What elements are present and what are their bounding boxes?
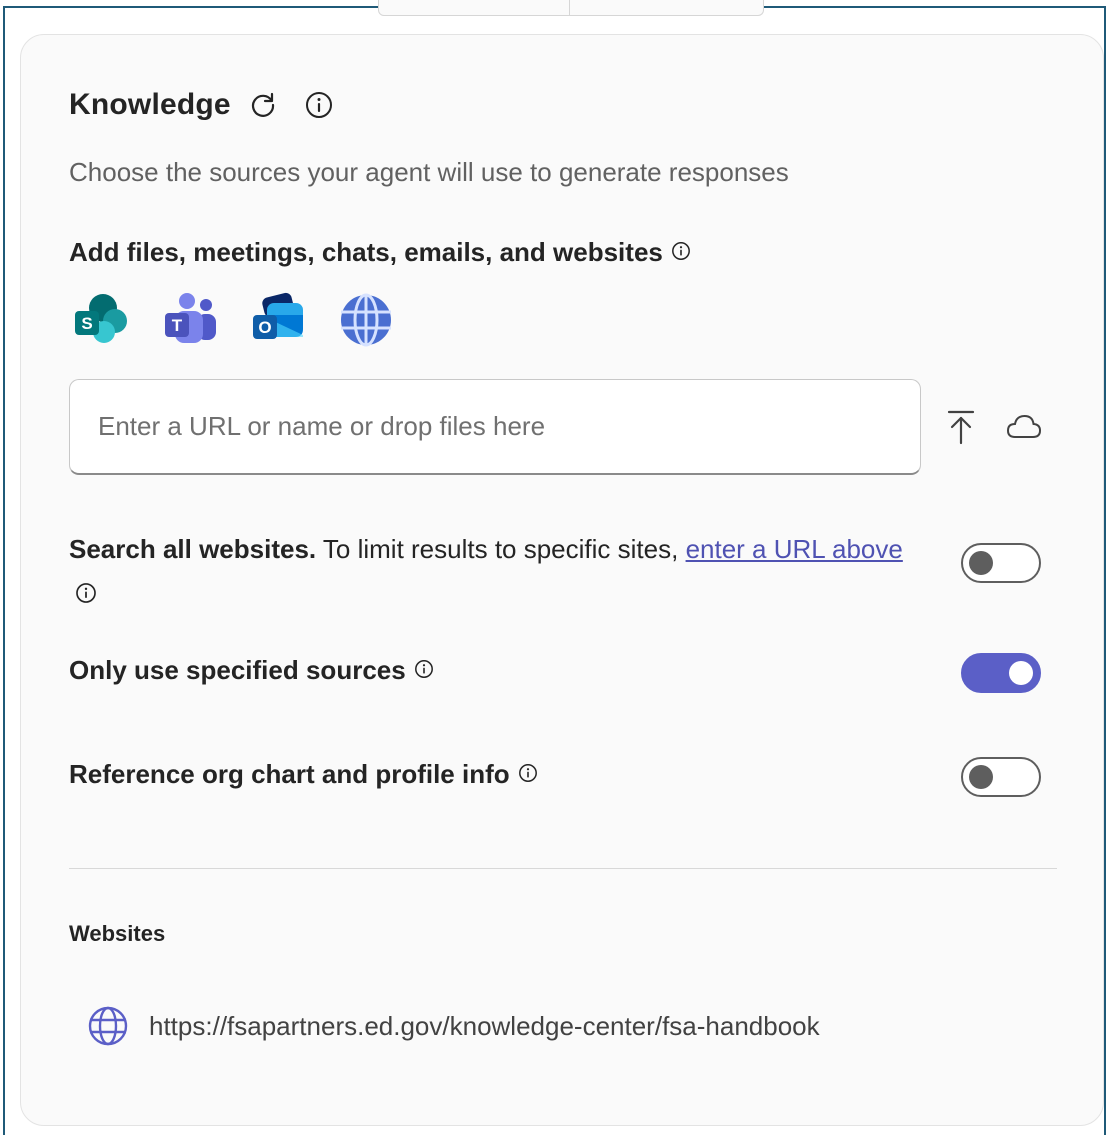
page-subtitle: Choose the sources your agent will use t… bbox=[69, 157, 789, 187]
upload-icon bbox=[947, 410, 975, 445]
only-specified-sources-row: Only use specified sources bbox=[69, 655, 434, 686]
outlook-source-button[interactable]: O bbox=[249, 291, 307, 349]
source-picker: S T O bbox=[73, 291, 395, 349]
toggle-knob bbox=[969, 765, 993, 789]
search-all-websites-toggle[interactable] bbox=[961, 543, 1041, 583]
info-icon bbox=[305, 92, 332, 118]
info-icon bbox=[414, 660, 433, 678]
toggle-knob bbox=[969, 551, 993, 575]
toggle-knob bbox=[1009, 661, 1033, 685]
page-title: Knowledge bbox=[69, 88, 231, 121]
knowledge-card: Knowledge Choose the sources your agent … bbox=[20, 34, 1104, 1126]
refresh-icon bbox=[251, 92, 274, 117]
title-row: Knowledge bbox=[69, 85, 337, 125]
org-chart-row: Reference org chart and profile info bbox=[69, 759, 538, 790]
search-all-bold: Search all websites. bbox=[69, 534, 317, 564]
web-source-button[interactable] bbox=[337, 291, 395, 349]
globe-icon bbox=[341, 293, 391, 347]
add-sources-info-button[interactable] bbox=[671, 237, 691, 268]
tab-divider bbox=[569, 0, 570, 15]
cloud-button[interactable] bbox=[1004, 407, 1044, 447]
search-all-websites-row: Search all websites. To limit results to… bbox=[69, 529, 939, 603]
org-chart-label: Reference org chart and profile info bbox=[69, 759, 510, 789]
info-icon bbox=[671, 242, 690, 260]
sharepoint-letter: S bbox=[81, 314, 92, 333]
url-input[interactable] bbox=[69, 379, 921, 475]
website-list-item[interactable]: https://fsapartners.ed.gov/knowledge-cen… bbox=[87, 1005, 820, 1047]
add-sources-label: Add files, meetings, chats, emails, and … bbox=[69, 237, 691, 268]
teams-icon: T bbox=[165, 293, 216, 343]
sharepoint-source-button[interactable]: S bbox=[73, 291, 131, 349]
knowledge-info-button[interactable] bbox=[301, 87, 337, 123]
info-icon bbox=[76, 583, 96, 603]
enter-url-link[interactable]: enter a URL above bbox=[686, 534, 903, 564]
outlook-icon: O bbox=[253, 292, 303, 339]
teams-letter: T bbox=[172, 316, 183, 335]
teams-source-button[interactable]: T bbox=[161, 291, 219, 349]
info-icon bbox=[518, 764, 537, 782]
only-specified-sources-toggle[interactable] bbox=[961, 653, 1041, 693]
website-url: https://fsapartners.ed.gov/knowledge-cen… bbox=[149, 1010, 820, 1041]
refresh-button[interactable] bbox=[245, 87, 281, 123]
org-chart-toggle[interactable] bbox=[961, 757, 1041, 797]
only-specified-label: Only use specified sources bbox=[69, 655, 406, 685]
top-tab-strip bbox=[378, 0, 764, 16]
globe-icon bbox=[88, 1006, 128, 1046]
cloud-icon bbox=[1006, 414, 1042, 438]
org-chart-info-button[interactable] bbox=[518, 759, 538, 790]
search-all-info-button[interactable] bbox=[75, 575, 97, 615]
add-sources-text: Add files, meetings, chats, emails, and … bbox=[69, 237, 663, 267]
websites-heading: Websites bbox=[69, 921, 166, 946]
section-divider bbox=[69, 868, 1057, 869]
only-specified-info-button[interactable] bbox=[414, 655, 434, 686]
search-all-text: To limit results to specific sites, bbox=[316, 534, 686, 564]
outlook-letter: O bbox=[258, 318, 271, 337]
sharepoint-icon: S bbox=[75, 294, 127, 343]
upload-button[interactable] bbox=[941, 407, 981, 447]
